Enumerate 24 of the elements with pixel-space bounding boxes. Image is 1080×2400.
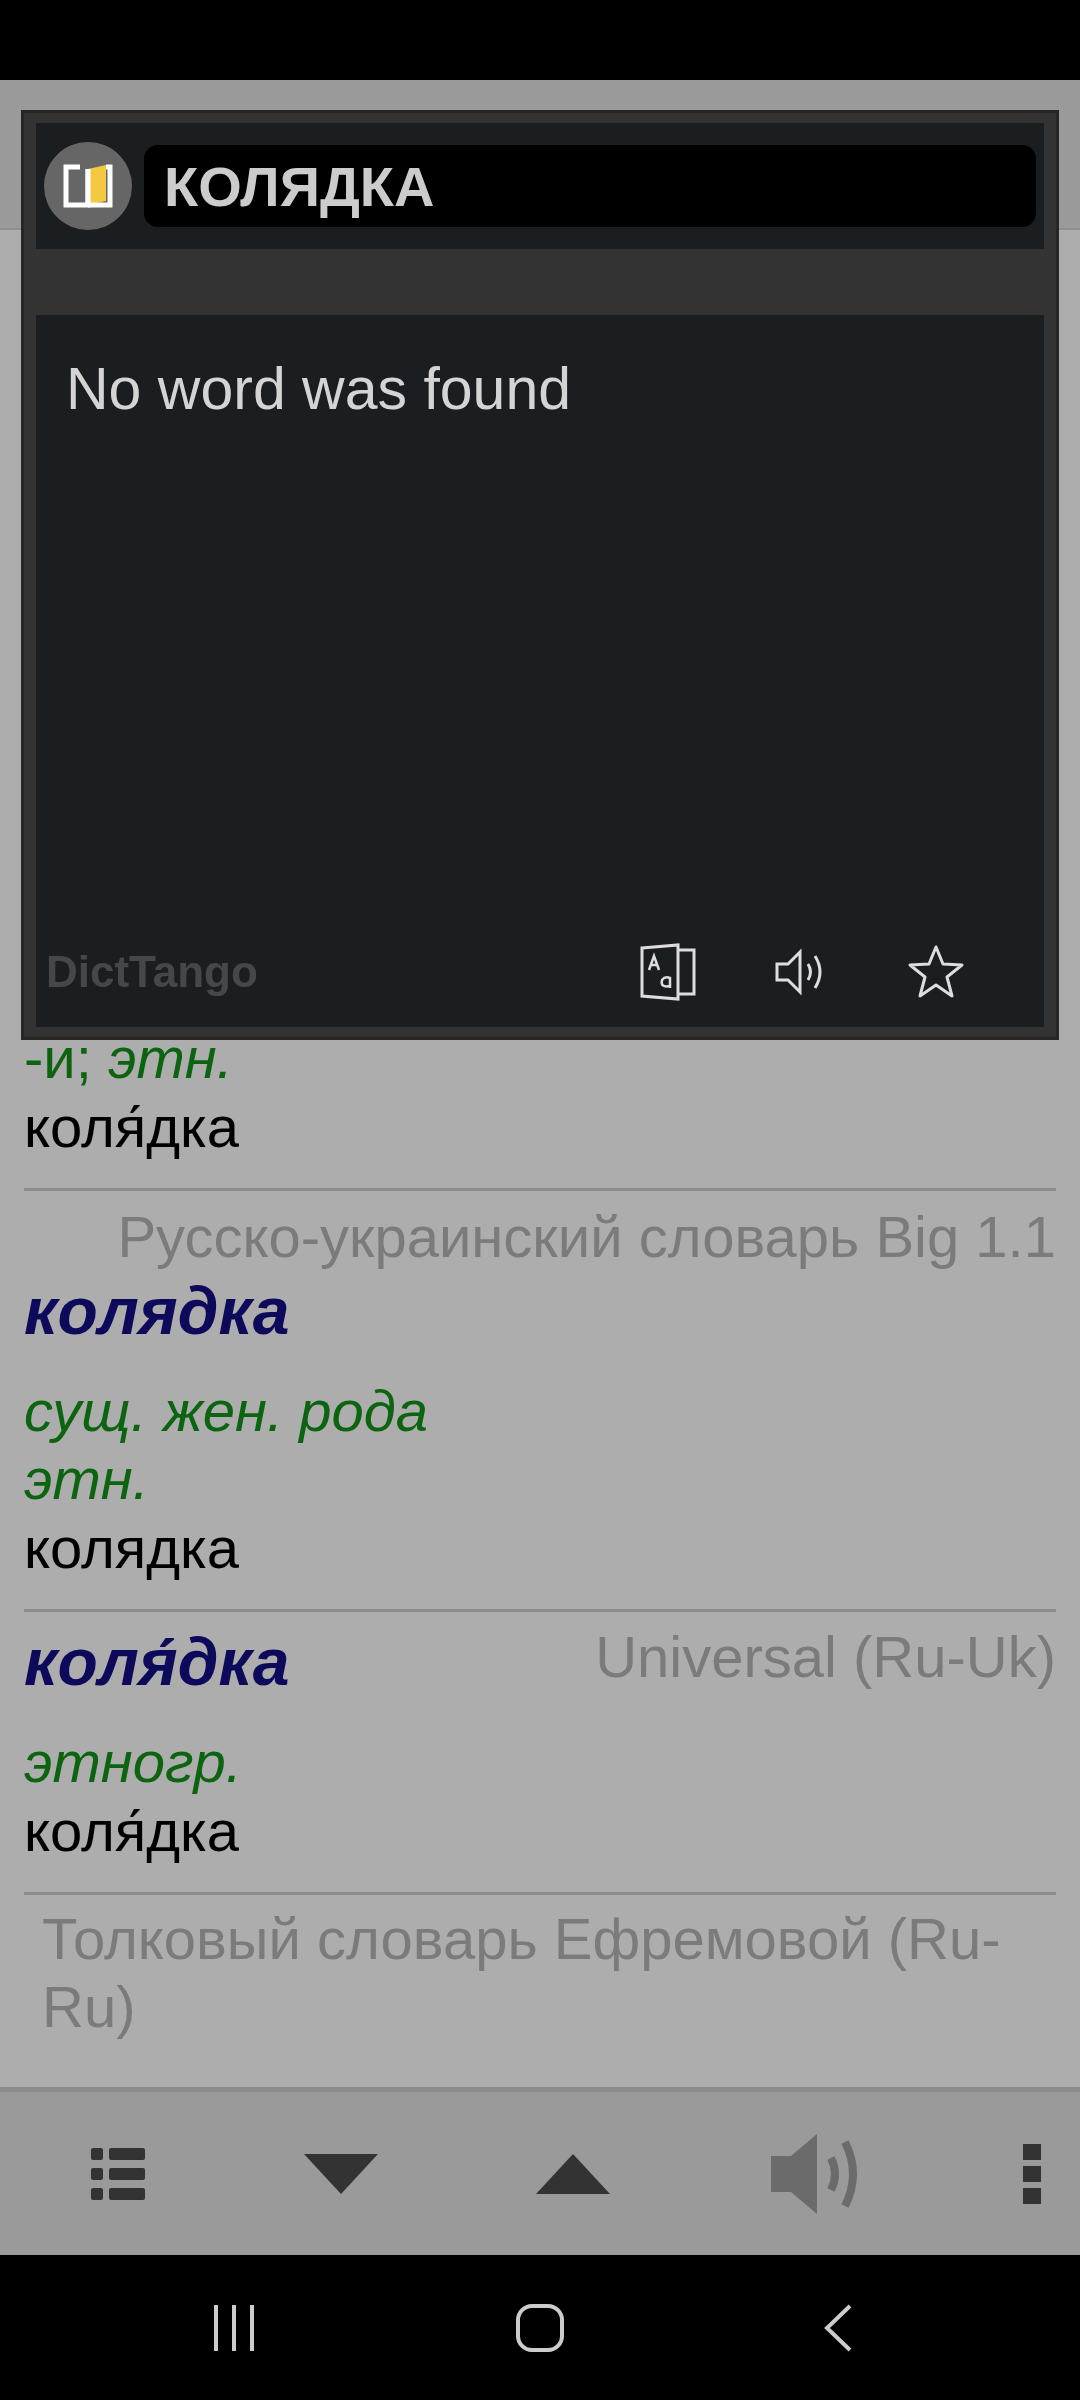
grammar-note: этногр. — [24, 1728, 243, 1796]
translate-icon — [638, 942, 698, 1002]
list-button[interactable] — [91, 2145, 145, 2202]
grammar-note: сущ. жен. рода — [24, 1377, 430, 1445]
translation: колядка — [24, 1514, 240, 1582]
headword: колядка — [24, 1273, 291, 1350]
more-button[interactable] — [1023, 2143, 1041, 2204]
translate-button[interactable] — [638, 941, 698, 1003]
recents-icon[interactable] — [212, 2304, 256, 2351]
translation: коля́дка — [24, 1797, 240, 1865]
headword: коля́дка — [24, 1624, 290, 1701]
popup-title: КОЛЯДКА — [144, 145, 1036, 227]
next-button[interactable] — [303, 2153, 378, 2194]
translation: коля́дка — [24, 1093, 240, 1161]
home-icon[interactable] — [516, 2303, 564, 2352]
previous-button[interactable] — [536, 2153, 610, 2194]
grammar-note: этн. — [24, 1445, 150, 1513]
no-result-message: No word was found — [65, 355, 573, 424]
triangle-up-icon — [536, 2153, 610, 2194]
back-icon[interactable] — [824, 2303, 852, 2352]
more-icon — [1023, 2143, 1041, 2204]
triangle-down-icon — [303, 2153, 378, 2194]
menu-icon — [91, 2145, 145, 2202]
grammar-note: -и; этн. — [24, 1024, 234, 1092]
